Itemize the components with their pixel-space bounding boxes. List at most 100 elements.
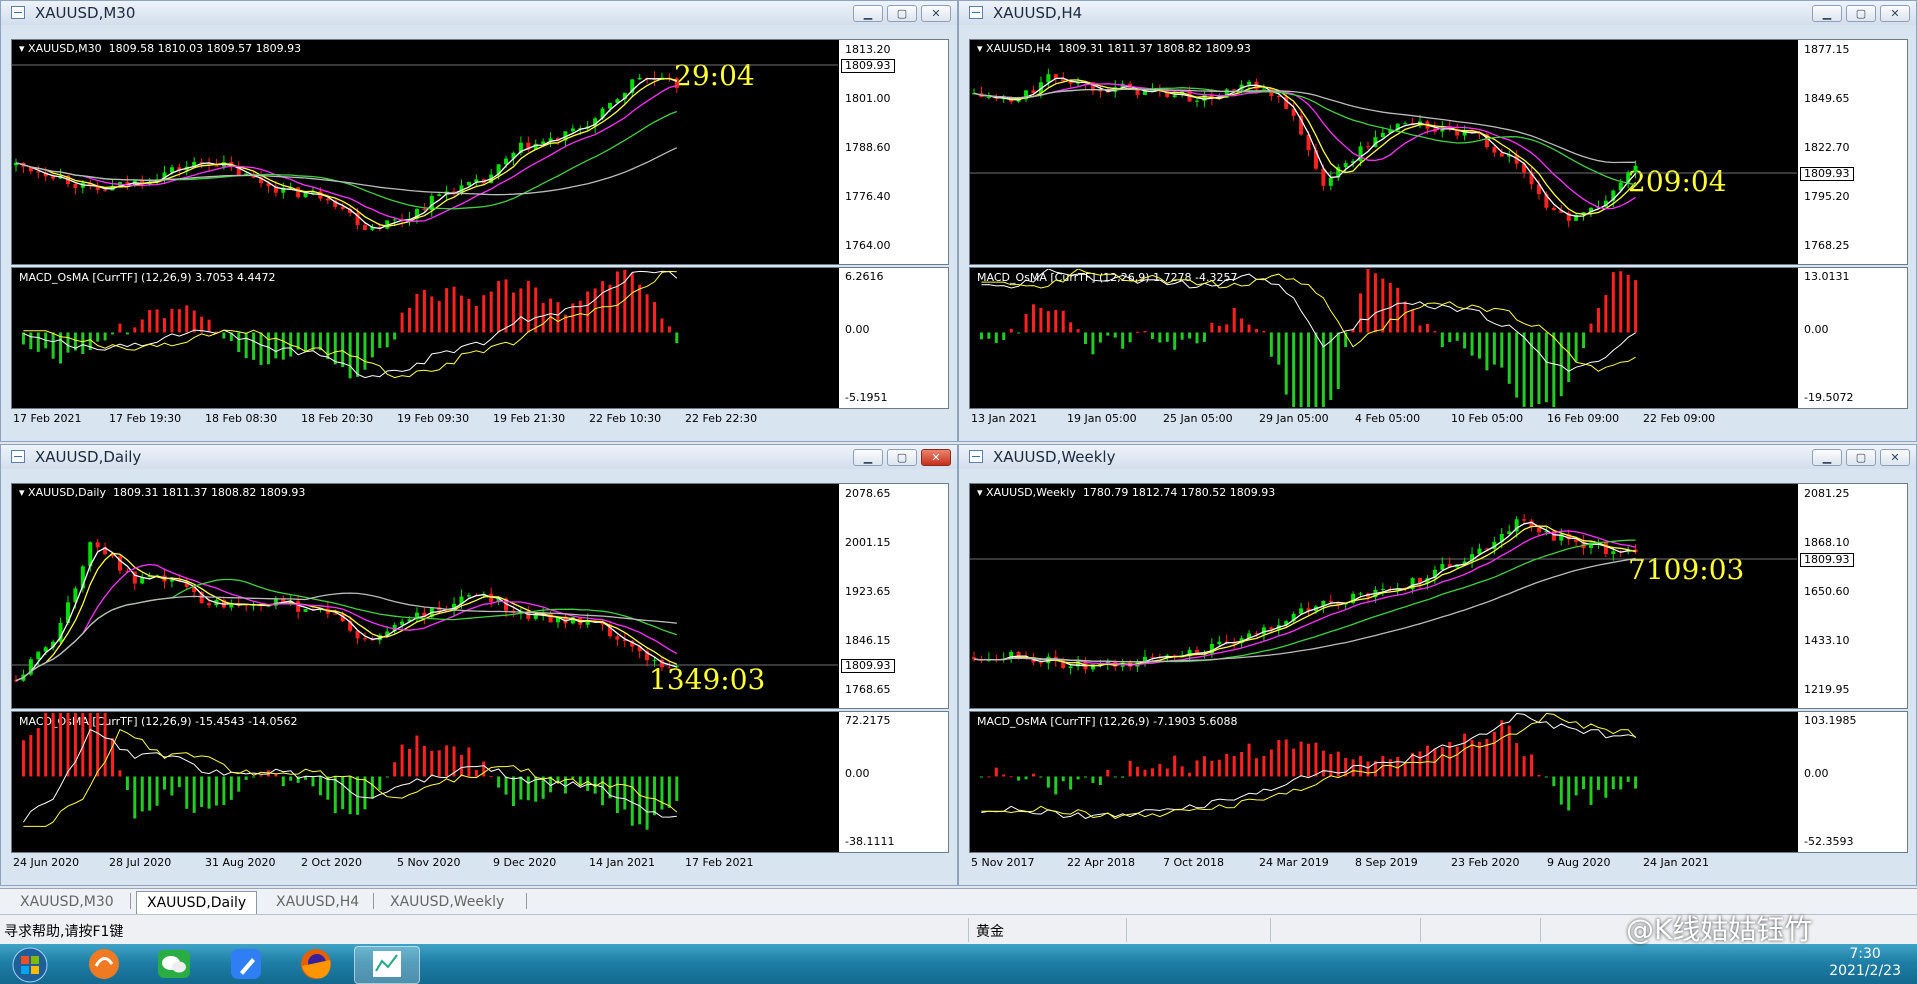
macd-histogram-bar (222, 776, 226, 805)
macd-histogram-bar (96, 713, 100, 777)
macd-histogram-bar (1084, 332, 1088, 344)
moving-average-line (973, 525, 1636, 667)
time-axis-label: 18 Feb 20:30 (301, 412, 374, 425)
window-title: XAUUSD,M30 (35, 4, 136, 22)
tab-xauusd-daily[interactable]: XAUUSD,Daily (136, 891, 258, 914)
tab-xauusd-m30[interactable]: XAUUSD,M30 (10, 891, 124, 913)
close-button[interactable]: ✕ (1880, 449, 1910, 466)
notes-app-icon[interactable] (222, 946, 270, 982)
close-button[interactable]: ✕ (921, 5, 951, 22)
macd-histogram-bar (623, 776, 627, 810)
macd-histogram-bar (111, 332, 115, 335)
candle-body (51, 176, 56, 179)
macd-histogram-bar (1031, 773, 1035, 777)
macd-histogram-bar (422, 745, 426, 777)
candle-body (362, 638, 367, 640)
time-axis-label: 10 Feb 05:00 (1451, 412, 1524, 425)
macd-scale-label: 72.2175 (845, 714, 891, 727)
macd-histogram-bar (1544, 776, 1548, 778)
macd-histogram-bar (474, 769, 478, 777)
candle-body (340, 206, 345, 210)
maximize-button[interactable]: ▢ (1846, 449, 1876, 466)
macd-histogram-bar (1076, 776, 1080, 780)
current-price-label: 1809.93 (841, 659, 895, 673)
metatrader-taskbar-button[interactable] (354, 946, 420, 984)
macd-histogram-bar (526, 776, 530, 801)
chart-window-xauusd-m30[interactable]: XAUUSD,M30 ▁ ▢ ✕ ▾ XAUUSD,M30 1809.58 18… (0, 0, 958, 442)
tab-separator (526, 893, 527, 909)
candle-body (1440, 564, 1445, 570)
macd-histogram-bar (1284, 739, 1288, 777)
macd-histogram-bar (1076, 329, 1080, 333)
maximize-button[interactable]: ▢ (1846, 5, 1876, 22)
macd-histogram-bar (155, 309, 159, 333)
chart-window-xauusd-daily[interactable]: XAUUSD,Daily ▁ ▢ ✕ ▾ XAUUSD,Daily 1809.3… (0, 444, 958, 886)
candle-body (1195, 100, 1200, 102)
candle-body (1068, 666, 1073, 669)
minimize-button[interactable]: ▁ (1812, 5, 1842, 22)
close-button[interactable]: ✕ (1880, 5, 1910, 22)
macd-histogram-plot (979, 713, 1638, 820)
start-button[interactable] (4, 946, 56, 983)
candle-body (1172, 95, 1177, 98)
close-button[interactable]: ✕ (921, 449, 951, 466)
candle-body (466, 181, 471, 186)
system-clock[interactable]: 7:30 2021/2/23 (1829, 946, 1901, 980)
chart-window-icon (969, 450, 983, 463)
tab-xauusd-weekly[interactable]: XAUUSD,Weekly (380, 891, 514, 913)
window-titlebar[interactable]: XAUUSD,H4 ▁ ▢ ✕ (959, 1, 1916, 25)
macd-histogram-bar (1530, 754, 1534, 777)
chart-window-xauusd-weekly[interactable]: XAUUSD,Weekly ▁ ▢ ✕ ▾ XAUUSD,Weekly 1780… (958, 444, 1917, 886)
macd-histogram-bar (1403, 763, 1407, 777)
window-titlebar[interactable]: XAUUSD,M30 ▁ ▢ ✕ (1, 1, 957, 25)
wechat-icon[interactable] (150, 946, 198, 982)
macd-histogram-bar (185, 305, 189, 333)
macd-histogram-bar (1403, 301, 1407, 333)
macd-histogram-bar (1232, 307, 1236, 333)
macd-histogram-bar (408, 748, 412, 777)
price-scale-label: 1650.60 (1804, 585, 1850, 598)
window-titlebar[interactable]: XAUUSD,Weekly ▁ ▢ ✕ (959, 445, 1916, 469)
macd-histogram-bar (1537, 774, 1541, 777)
macd-histogram-bar (1366, 761, 1370, 777)
window-title: XAUUSD,Weekly (993, 448, 1116, 466)
candle-body (1403, 123, 1408, 125)
tab-xauusd-h4[interactable]: XAUUSD,H4 (266, 891, 369, 913)
macd-histogram-bar (1396, 287, 1400, 333)
macd-histogram-bar (1574, 332, 1578, 362)
macd-histogram-bar (1359, 293, 1363, 333)
macd-histogram-bar (348, 776, 352, 815)
macd-histogram-bar (1277, 740, 1281, 777)
candle-body (1098, 90, 1103, 92)
maximize-button[interactable]: ▢ (887, 5, 917, 22)
minimize-button[interactable]: ▁ (853, 5, 883, 22)
macd-histogram-bar (281, 332, 285, 360)
macd-histogram-bar (1329, 332, 1333, 400)
macd-histogram-bar (185, 776, 189, 809)
window-titlebar[interactable]: XAUUSD,Daily ▁ ▢ ✕ (1, 445, 957, 469)
macd-histogram-bar (1307, 332, 1311, 407)
moving-average-line (973, 557, 1636, 663)
chart-window-xauusd-h4[interactable]: XAUUSD,H4 ▁ ▢ ✕ ▾ XAUUSD,H4 1809.31 1811… (958, 0, 1917, 442)
macd-histogram-bar (207, 776, 211, 809)
firefox-icon[interactable] (292, 946, 340, 982)
minimize-button[interactable]: ▁ (1812, 449, 1842, 466)
maximize-button[interactable]: ▢ (887, 449, 917, 466)
macd-histogram-bar (1024, 313, 1028, 333)
taskbar: 7:30 2021/2/23 (0, 944, 1917, 984)
candle-body (1358, 593, 1363, 595)
macd-histogram-bar (1440, 332, 1444, 348)
candle-body (548, 612, 553, 623)
moving-average-line (973, 77, 1637, 217)
candle-body (489, 593, 494, 603)
candle-body (541, 141, 546, 144)
macd-histogram-bar (1440, 747, 1444, 777)
app-orange-icon[interactable] (80, 946, 128, 982)
macd-histogram-bar (415, 293, 419, 333)
minimize-button[interactable]: ▁ (853, 449, 883, 466)
moving-average-line (973, 79, 1637, 215)
macd-histogram-bar (244, 332, 248, 359)
macd-histogram-bar (1113, 332, 1117, 338)
macd-histogram-bar (519, 288, 523, 333)
candle-body (1150, 656, 1155, 658)
